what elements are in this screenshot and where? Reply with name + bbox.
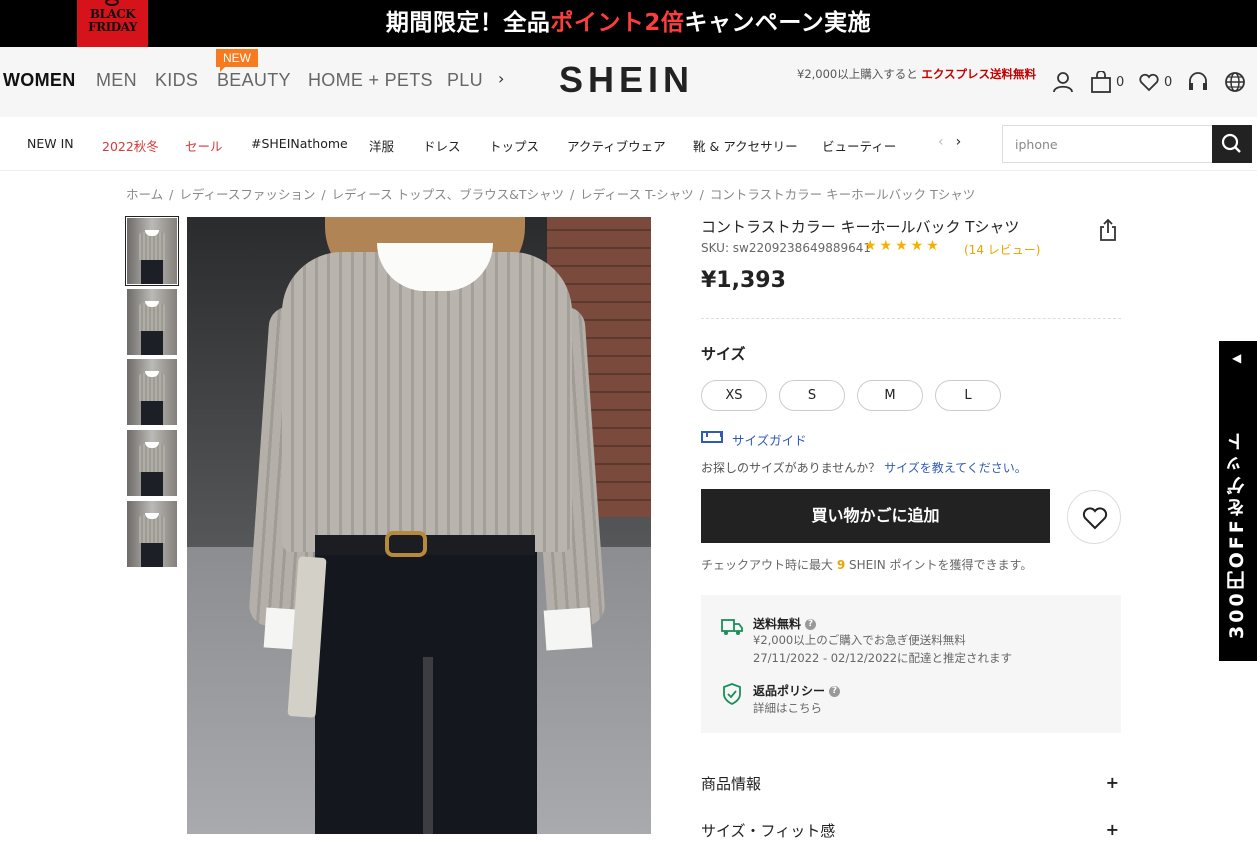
points-note: チェックアウト時に最大 9 SHEIN ポイントを獲得できます。	[701, 558, 1033, 572]
subnav-item[interactable]: ドレス	[423, 136, 461, 155]
chevron-right-icon[interactable]: ›	[498, 69, 504, 88]
cat-men[interactable]: MEN	[96, 70, 137, 91]
sub-nav: NEW IN 2022秋冬 セール #SHEINathome 洋服 ドレス トッ…	[0, 117, 1257, 171]
size-option-xs[interactable]: XS	[701, 380, 767, 411]
return-policy-title: 返品ポリシー?	[753, 682, 841, 699]
wishlist-count: 0	[1164, 75, 1173, 90]
bag-icon[interactable]	[1090, 71, 1112, 93]
headset-icon[interactable]	[1187, 71, 1209, 93]
ruler-icon	[701, 431, 723, 443]
size-ask: お探しのサイズがありませんか？ サイズを教えてください。	[701, 461, 1027, 475]
subnav-item[interactable]: 靴 & アクセサリー	[693, 136, 798, 155]
user-icon[interactable]	[1052, 71, 1074, 93]
review-count[interactable]: (14 レビュー)	[964, 241, 1040, 258]
size-request-link[interactable]: サイズを教えてください。	[884, 461, 1027, 475]
breadcrumb: ホーム / レディースファッション / レディース トップス、ブラウス&Tシャツ / レディ…	[126, 187, 976, 202]
product-thumbnail[interactable]	[127, 289, 177, 355]
heart-icon	[1082, 507, 1108, 530]
product-thumbnail[interactable]	[127, 359, 177, 425]
breadcrumb-item[interactable]: レディース トップス、ブラウス&Tシャツ	[332, 187, 564, 202]
breadcrumb-item[interactable]: レディース T-シャツ	[580, 187, 693, 202]
breadcrumb-current: コントラストカラー キーホールバック Tシャツ	[709, 187, 976, 202]
bag-count: 0	[1116, 75, 1125, 90]
product-thumbnail[interactable]	[127, 430, 177, 496]
cat-kids[interactable]: KIDS	[155, 70, 198, 91]
shipping-note: ¥2,000以上購入すると エクスプレス送料無料	[797, 67, 1037, 81]
caret-left-icon: ◀	[1232, 351, 1242, 365]
coupon-text: 300円OFFをゲット	[1226, 429, 1248, 639]
size-guide-link[interactable]: サイズガイド	[732, 430, 807, 449]
plus-icon: +	[1105, 773, 1119, 792]
divider	[701, 318, 1121, 319]
star-rating-icon: ★★★★★	[864, 238, 942, 254]
return-policy-link[interactable]: 詳細はこちら	[753, 700, 822, 716]
shipping-info-box: 送料無料? ¥2,000以上のご購入でお急ぎ便送料無料 27/11/2022 -…	[701, 595, 1121, 733]
delivery-estimate: 27/11/2022 - 02/12/2022に配達と推定されます	[753, 651, 1013, 665]
wishlist-button[interactable]	[1067, 490, 1121, 544]
cat-women[interactable]: WOMEN	[3, 70, 76, 91]
chevron-left-icon[interactable]: ‹	[938, 134, 944, 150]
truck-icon	[721, 619, 743, 635]
search-input[interactable]: iphone	[1002, 125, 1213, 163]
shein-logo[interactable]: SHEIN	[559, 59, 694, 101]
cat-home-pets[interactable]: HOME + PETS	[308, 70, 433, 91]
breadcrumb-item[interactable]: ホーム	[126, 187, 163, 202]
accordion-size-fit[interactable]: サイズ・フィット感 +	[701, 820, 1121, 841]
promo-text: 期間限定！全品ポイント2倍キャンペーン実施	[385, 10, 872, 36]
add-to-cart-button[interactable]: 買い物かごに追加	[701, 489, 1050, 543]
subnav-item[interactable]: 2022秋冬	[102, 136, 159, 155]
product-title: コントラストカラー キーホールバック Tシャツ	[701, 218, 1020, 236]
search-button[interactable]	[1212, 125, 1252, 163]
globe-icon[interactable]	[1224, 71, 1246, 93]
product-price: ¥1,393	[701, 268, 786, 293]
free-shipping-title: 送料無料?	[753, 615, 817, 632]
cat-beauty[interactable]: BEAUTY	[217, 70, 291, 91]
size-option-s[interactable]: S	[779, 380, 845, 411]
subnav-item[interactable]: アクティブウェア	[567, 136, 666, 155]
search-icon	[1221, 133, 1241, 153]
heart-icon[interactable]	[1138, 71, 1160, 93]
subnav-item[interactable]: 洋服	[369, 136, 394, 155]
new-badge: NEW	[216, 49, 258, 72]
product-main-image[interactable]	[187, 217, 651, 834]
breadcrumb-item[interactable]: レディースファッション	[179, 187, 315, 202]
free-shipping-line1: ¥2,000以上のご購入でお急ぎ便送料無料	[753, 633, 966, 647]
subnav-item[interactable]: ビューティー	[822, 136, 896, 155]
subnav-item[interactable]: トップス	[489, 136, 539, 155]
size-label: サイズ	[701, 345, 746, 363]
accordion-product-info[interactable]: 商品情報 +	[701, 773, 1121, 794]
main-header: WOMEN MEN KIDS NEW BEAUTY HOME + PETS PL…	[0, 47, 1257, 117]
help-icon[interactable]: ?	[829, 686, 841, 697]
cat-plus[interactable]: PLU	[447, 70, 483, 91]
coupon-side-tab[interactable]: ◀ 300円OFFをゲット	[1219, 341, 1257, 661]
shield-check-icon	[723, 683, 741, 705]
chevron-right-icon[interactable]: ›	[956, 134, 962, 150]
share-icon[interactable]	[1097, 218, 1119, 242]
help-icon[interactable]: ?	[805, 619, 817, 630]
size-option-l[interactable]: L	[935, 380, 1001, 411]
size-option-m[interactable]: M	[857, 380, 923, 411]
subnav-item[interactable]: NEW IN	[27, 136, 74, 151]
plus-icon: +	[1105, 820, 1119, 839]
subnav-arrows[interactable]: ‹ ›	[938, 134, 961, 150]
product-thumbnail[interactable]	[125, 216, 179, 286]
subnav-item[interactable]: #SHEINathome	[251, 136, 348, 151]
product-thumbnail[interactable]	[127, 501, 177, 567]
product-sku: SKU: sw2209238649889641	[701, 241, 872, 255]
subnav-item[interactable]: セール	[185, 136, 223, 155]
promo-banner[interactable]: BLACK FRIDAY 期間限定！全品ポイント2倍キャンペーン実施	[0, 0, 1257, 47]
